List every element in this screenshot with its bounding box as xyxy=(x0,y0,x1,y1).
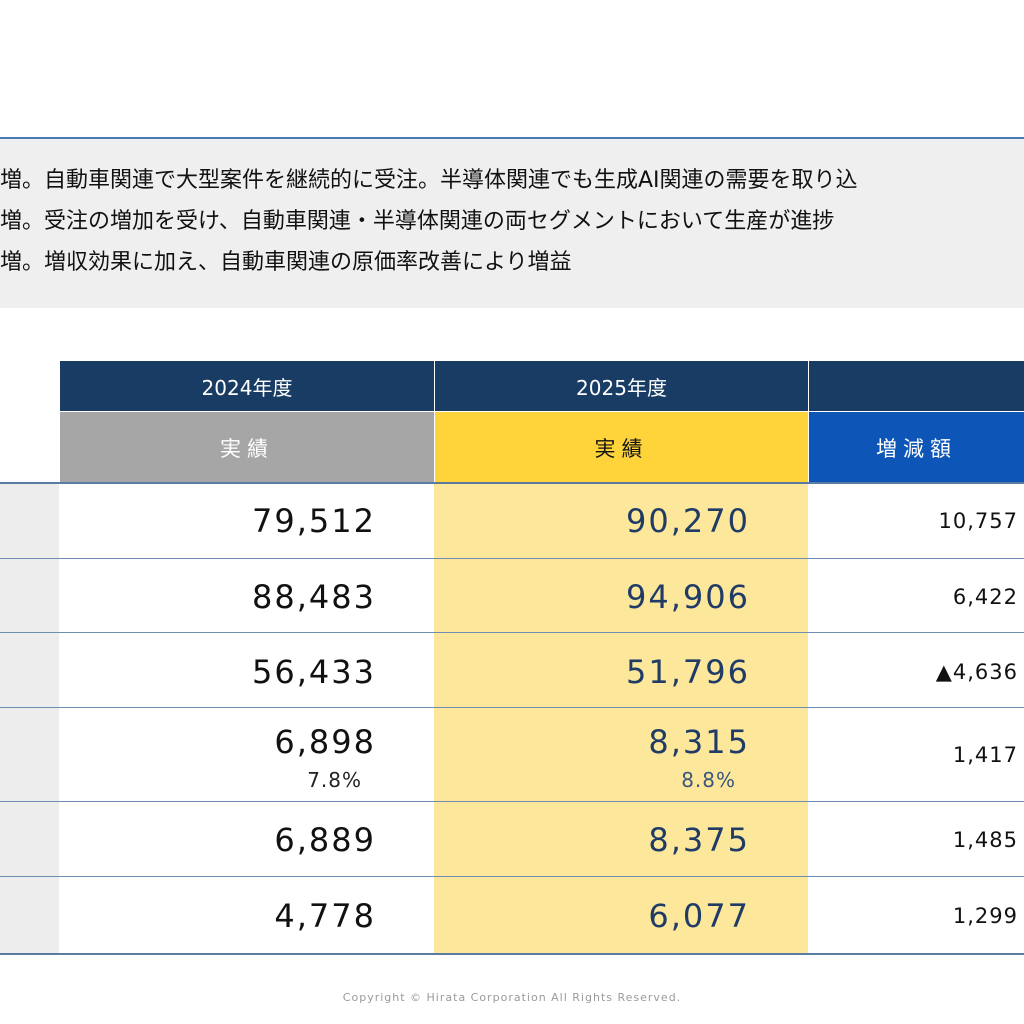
row-divider xyxy=(0,632,1024,633)
value-2025: 51,796 xyxy=(626,653,750,691)
value-2025: 8,315 xyxy=(648,723,750,761)
header-actual-2024: 実績 xyxy=(60,412,434,483)
value-2025: 94,906 xyxy=(626,578,750,616)
value-2024: 4,778 xyxy=(274,897,376,935)
value-2024: 6,898 xyxy=(274,723,376,761)
fy2025-highlight-column xyxy=(434,483,808,954)
header-year-2025: 2025年度 xyxy=(435,361,808,411)
copyright-footer: Copyright © Hirata Corporation All Right… xyxy=(342,991,682,1004)
value-change: 10,757 xyxy=(938,509,1018,533)
summary-line-orders: 増。自動車関連で大型案件を継続的に受注。半導体関連でも生成AI関連の需要を取り込 xyxy=(0,168,858,193)
summary-panel: 増。自動車関連で大型案件を継続的に受注。半導体関連でも生成AI関連の需要を取り込… xyxy=(0,137,1024,308)
value-change: 1,299 xyxy=(952,904,1018,928)
row-divider xyxy=(0,482,1024,484)
value-2024: 88,483 xyxy=(252,578,376,616)
value-2025: 90,270 xyxy=(626,502,750,540)
row-divider xyxy=(0,558,1024,559)
value-change: 1,485 xyxy=(952,828,1018,852)
value-2024: 79,512 xyxy=(252,502,376,540)
header-year-diff xyxy=(809,361,1024,411)
header-actual-2025: 実績 xyxy=(435,412,808,483)
row-divider xyxy=(0,876,1024,877)
header-change-amount: 増減額 xyxy=(809,412,1024,483)
value-2025: 6,077 xyxy=(648,897,750,935)
row-divider xyxy=(0,707,1024,708)
row-divider xyxy=(0,953,1024,955)
row-divider xyxy=(0,801,1024,802)
margin-2025: 8.8% xyxy=(681,768,736,792)
value-change: ▲4,636 xyxy=(935,660,1018,684)
value-2024: 6,889 xyxy=(274,821,376,859)
summary-line-profit: 増。増収効果に加え、自動車関連の原価率改善により増益 xyxy=(0,250,572,275)
row-label-column xyxy=(0,483,59,954)
header-year-2024: 2024年度 xyxy=(60,361,434,411)
margin-2024: 7.8% xyxy=(307,768,362,792)
value-change: 1,417 xyxy=(952,743,1018,767)
summary-line-sales: 増。受注の増加を受け、自動車関連・半導体関連の両セグメントにおいて生産が進捗 xyxy=(0,209,835,234)
value-change: 6,422 xyxy=(952,585,1018,609)
value-2025: 8,375 xyxy=(648,821,750,859)
value-2024: 56,433 xyxy=(252,653,376,691)
